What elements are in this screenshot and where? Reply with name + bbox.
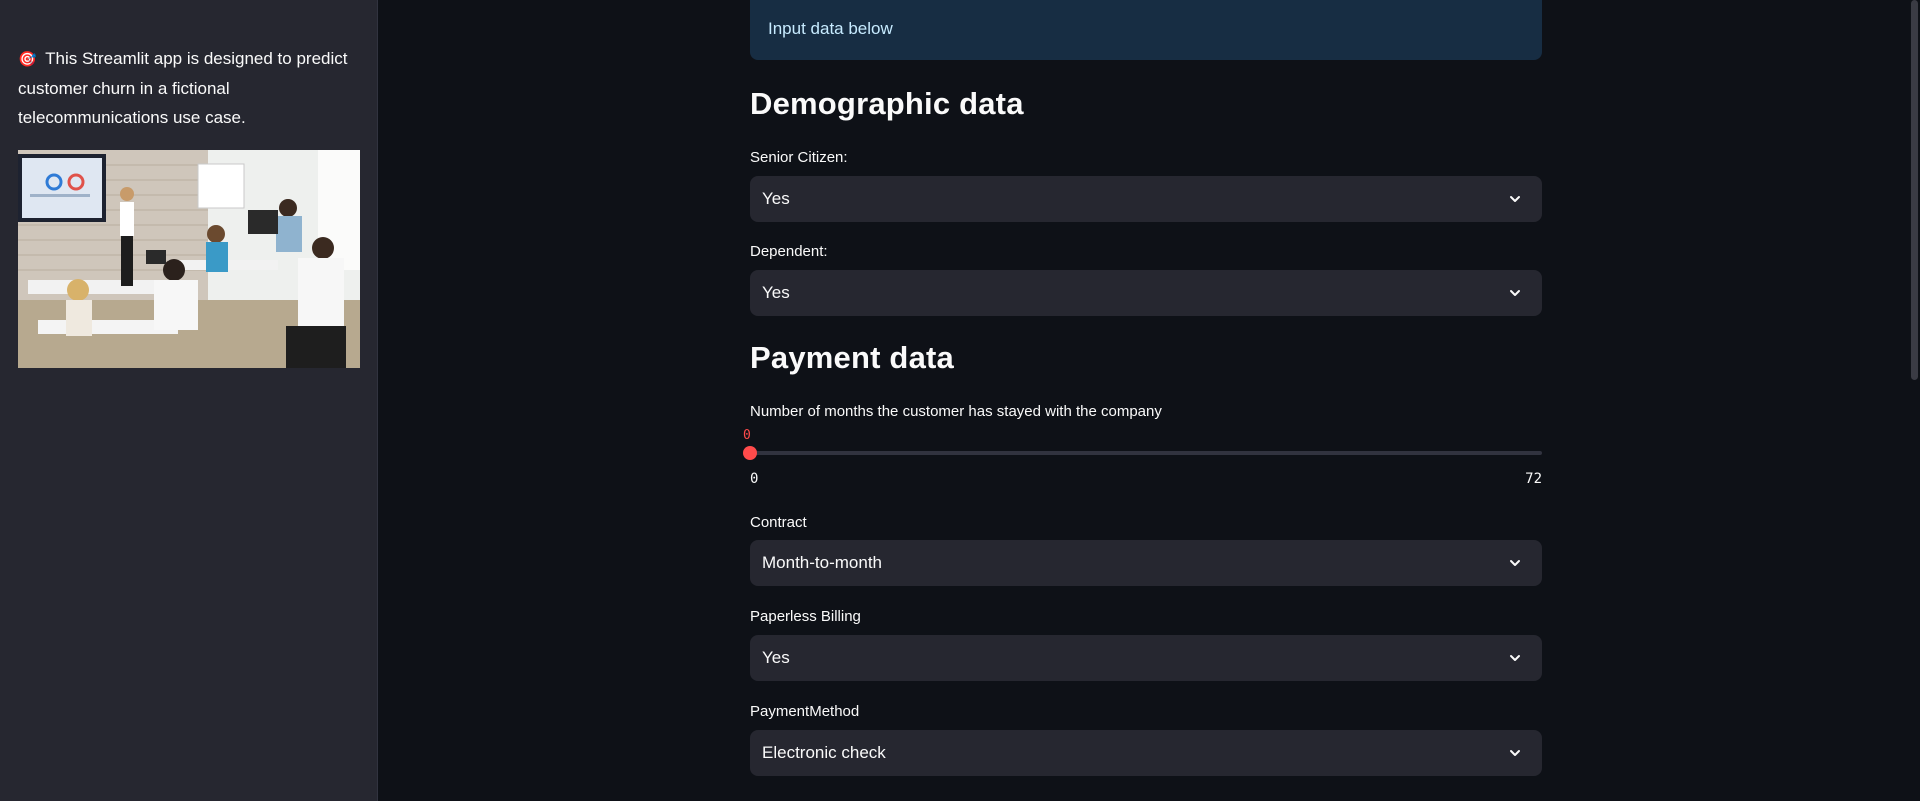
chevron-down-icon <box>1510 196 1520 202</box>
sidebar-description-text: This Streamlit app is designed to predic… <box>18 49 348 127</box>
tenure-slider-thumb[interactable] <box>743 446 757 460</box>
dependent-select[interactable]: Yes <box>750 270 1542 316</box>
payment-method-value: Electronic check <box>762 743 886 762</box>
chevron-down-icon <box>1510 750 1520 756</box>
senior-citizen-select[interactable]: Yes <box>750 176 1542 222</box>
classroom-image <box>18 150 360 368</box>
payment-method-label: PaymentMethod <box>750 703 860 720</box>
senior-citizen-value: Yes <box>762 189 790 208</box>
paperless-billing-label: Paperless Billing <box>750 608 861 625</box>
tenure-label: Number of months the customer has stayed… <box>750 403 1162 420</box>
chevron-down-icon <box>1510 560 1520 566</box>
dependent-label: Dependent: <box>750 243 828 260</box>
tenure-slider-max: 72 <box>1525 471 1542 487</box>
dependent-value: Yes <box>762 283 790 302</box>
chevron-down-icon <box>1510 290 1520 296</box>
sidebar-image <box>18 150 360 368</box>
paperless-billing-select[interactable]: Yes <box>750 635 1542 681</box>
tenure-slider-track[interactable] <box>750 451 1542 455</box>
contract-select[interactable]: Month-to-month <box>750 540 1542 586</box>
demographic-section-title: Demographic data <box>750 86 1024 121</box>
tenure-slider-min: 0 <box>750 471 759 487</box>
paperless-billing-value: Yes <box>762 648 790 667</box>
sidebar: 🎯 This Streamlit app is designed to pred… <box>0 0 378 801</box>
sidebar-description: 🎯 This Streamlit app is designed to pred… <box>18 44 358 132</box>
senior-citizen-label: Senior Citizen: <box>750 149 848 166</box>
contract-value: Month-to-month <box>762 553 882 572</box>
tenure-slider-value: 0 <box>743 428 751 443</box>
chevron-down-icon <box>1510 655 1520 661</box>
payment-section-title: Payment data <box>750 340 954 375</box>
target-icon: 🎯 <box>18 51 37 68</box>
payment-method-select[interactable]: Electronic check <box>750 730 1542 776</box>
info-alert: Input data below <box>750 0 1542 60</box>
contract-label: Contract <box>750 514 807 531</box>
page-scrollbar[interactable] <box>1911 0 1918 380</box>
